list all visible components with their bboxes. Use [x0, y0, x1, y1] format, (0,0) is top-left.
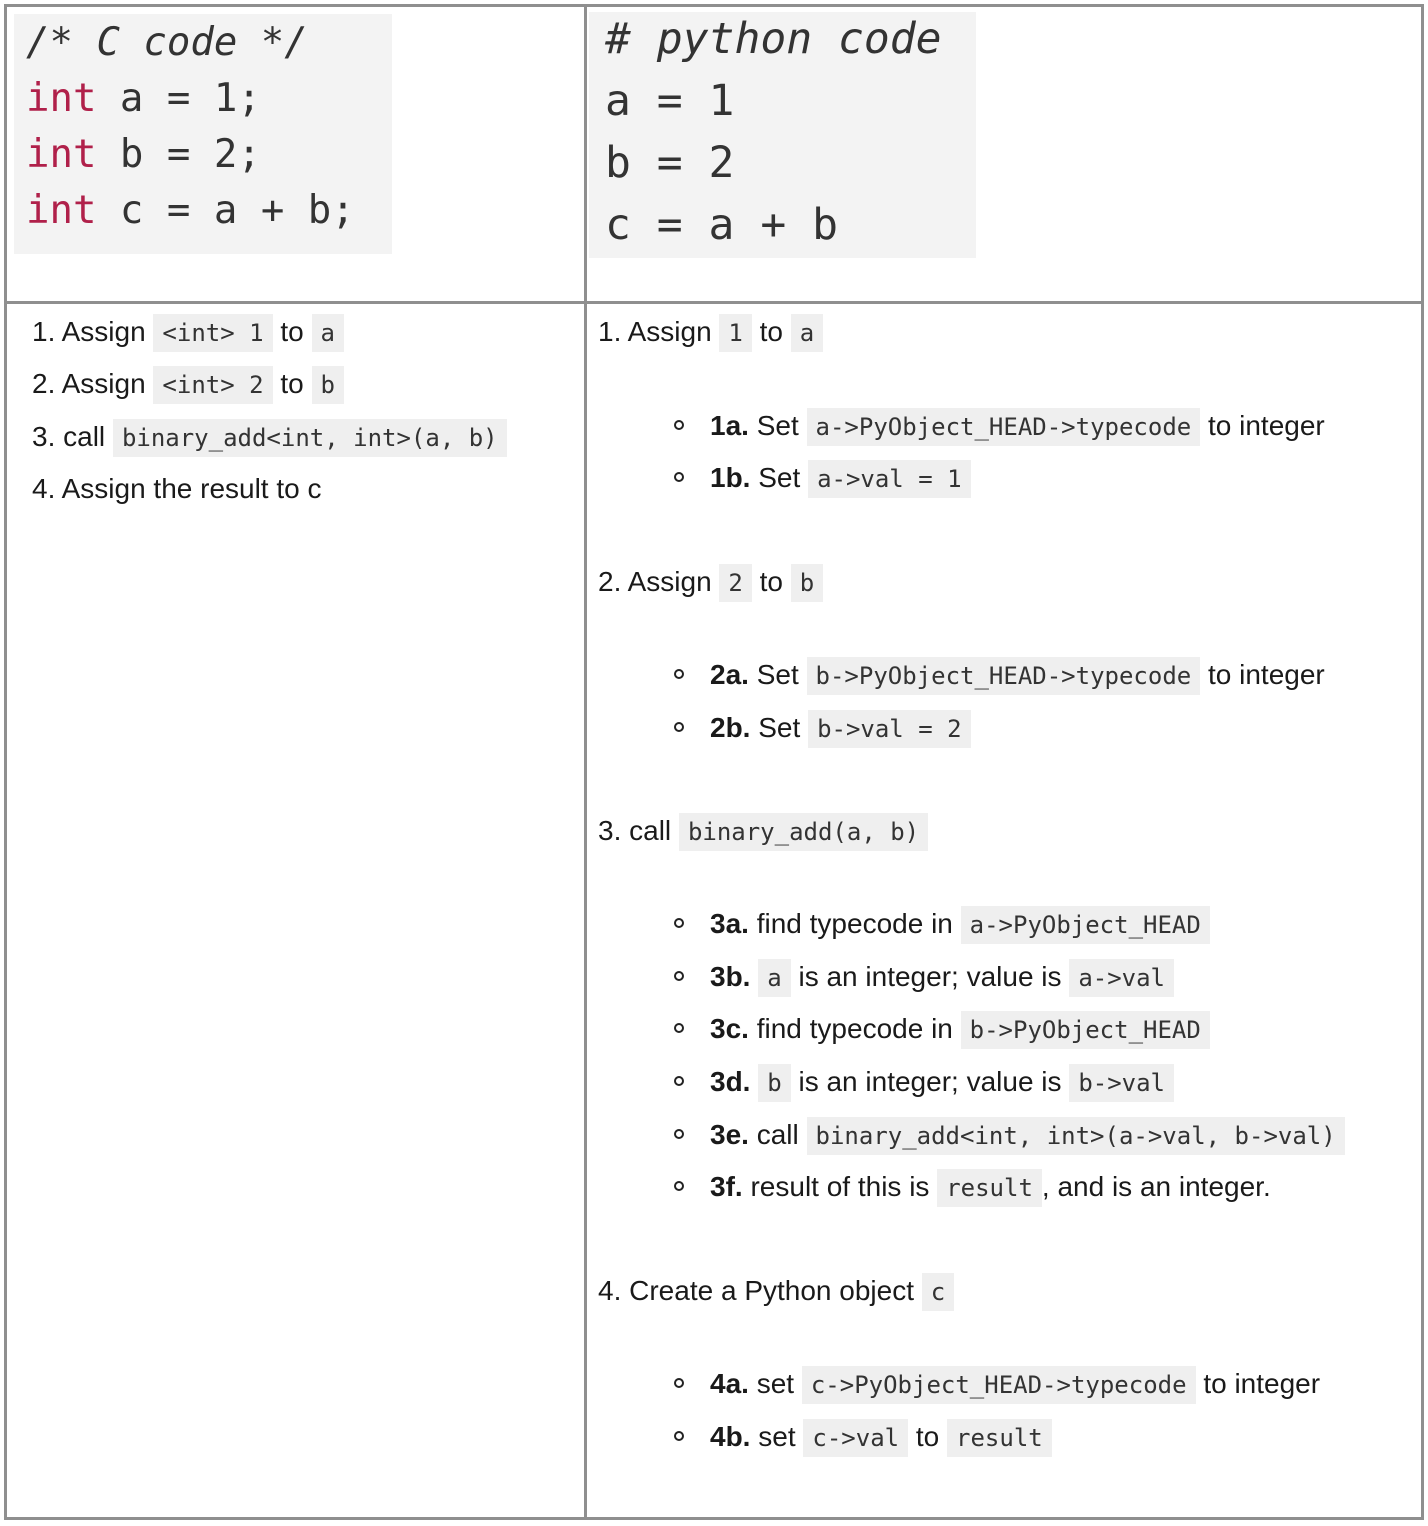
bullet-icon — [674, 472, 684, 482]
c-code-comment: /* C code */ — [26, 20, 308, 65]
c-code-line: int a = 1; — [26, 76, 261, 121]
bullet-icon — [674, 420, 684, 430]
python-code-line: b = 2 — [605, 138, 735, 188]
c-code-line: int b = 2; — [26, 132, 261, 177]
bullet-icon — [674, 1181, 684, 1191]
c-code-block: /* C code */ int a = 1; int b = 2; int c… — [14, 14, 392, 254]
row-divider — [7, 301, 1421, 304]
list-item: 3. call binary_add(a, b) — [598, 813, 929, 851]
bullet-icon — [674, 1431, 684, 1441]
bullet-icon — [674, 1076, 684, 1086]
list-item: 2. Assign <int> 2 to b — [32, 366, 344, 404]
list-item: 1. Assign <int> 1 to a — [32, 314, 344, 352]
python-code-block: # python code a = 1 b = 2 c = a + b — [589, 12, 976, 258]
list-item: 1. Assign 1 to a — [598, 314, 824, 352]
list-item: 4. Assign the result to c — [32, 473, 322, 504]
list-item: 2. Assign 2 to b — [598, 564, 824, 602]
bullet-icon — [674, 1129, 684, 1139]
c-code-line: int c = a + b; — [26, 188, 355, 233]
python-code-line: a = 1 — [605, 76, 735, 126]
python-code-line: c = a + b — [605, 200, 838, 250]
bullet-icon — [674, 1023, 684, 1033]
list-item: 3. call binary_add<int, int>(a, b) — [32, 419, 507, 457]
bullet-icon — [674, 1378, 684, 1388]
python-code-comment: # python code — [605, 14, 942, 64]
bullet-icon — [674, 918, 684, 928]
list-item: 4. Create a Python object c — [598, 1273, 955, 1311]
bullet-icon — [674, 971, 684, 981]
bullet-icon — [674, 722, 684, 732]
column-divider — [584, 7, 587, 1517]
bullet-icon — [674, 669, 684, 679]
